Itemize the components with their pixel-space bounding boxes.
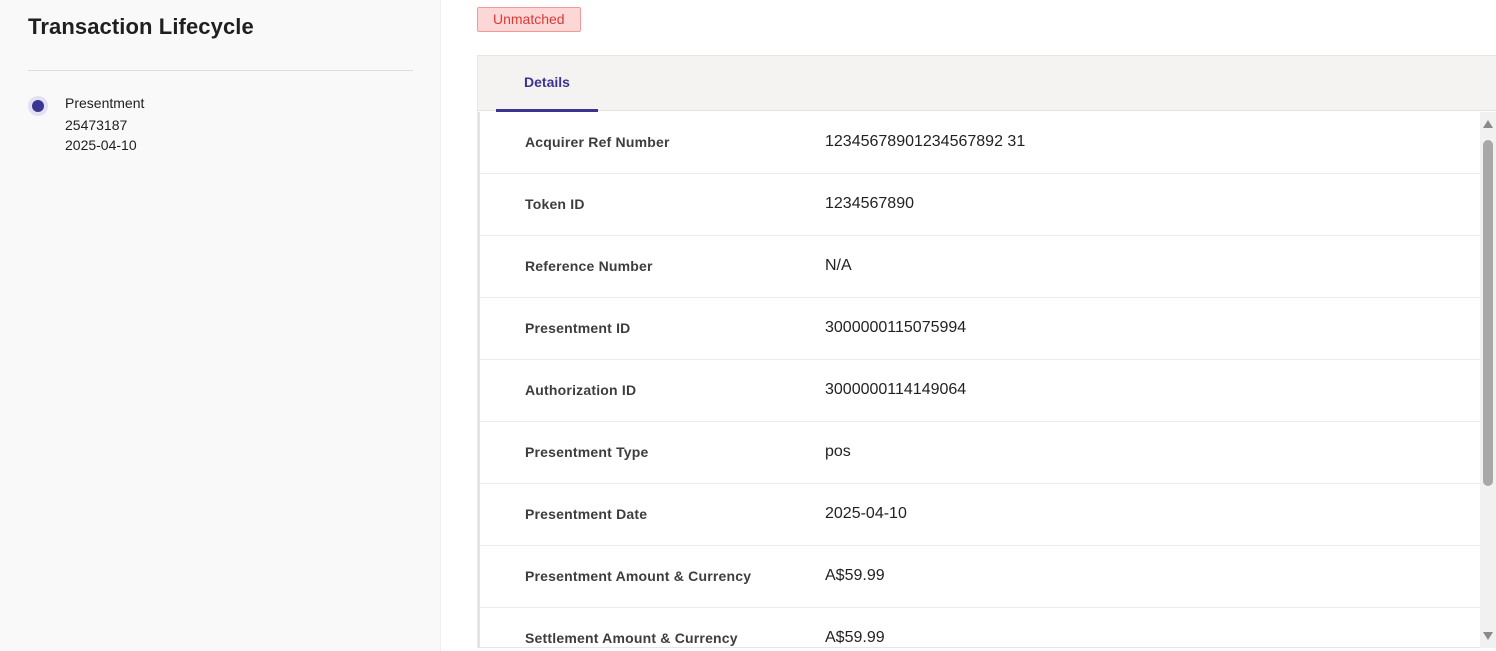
tab-bar: Details (478, 56, 1496, 112)
details-card: Details Acquirer Ref Number 123456789012… (477, 55, 1496, 648)
details-list: Acquirer Ref Number 12345678901234567892… (478, 112, 1481, 648)
detail-label: Acquirer Ref Number (525, 134, 670, 150)
detail-value: A$59.99 (825, 629, 885, 646)
detail-value: 1234567890 (825, 195, 914, 212)
detail-value: N/A (825, 257, 852, 274)
detail-value: 12345678901234567892 31 (825, 133, 1026, 150)
detail-value: A$59.99 (825, 567, 885, 584)
tab-details[interactable]: Details (496, 56, 598, 112)
detail-label: Presentment ID (525, 320, 631, 336)
scroll-down-arrow-icon[interactable] (1483, 632, 1493, 640)
detail-row-presentment-id: Presentment ID 3000000115075994 (480, 298, 1481, 360)
lifecycle-title: Transaction Lifecycle (28, 14, 254, 39)
detail-label: Authorization ID (525, 382, 637, 398)
detail-label: Presentment Date (525, 506, 648, 522)
lifecycle-divider (28, 70, 413, 71)
detail-label: Presentment Type (525, 444, 649, 460)
detail-label: Presentment Amount & Currency (525, 568, 752, 584)
detail-row-authorization-id: Authorization ID 3000000114149064 (480, 360, 1481, 422)
scroll-up-arrow-icon[interactable] (1483, 120, 1493, 128)
timeline-dot-icon (28, 96, 48, 116)
detail-value: pos (825, 443, 851, 460)
scroll-thumb[interactable] (1483, 140, 1493, 486)
timeline-stage: Presentment (65, 95, 145, 111)
detail-label: Token ID (525, 196, 585, 212)
detail-row-acquirer-ref-number: Acquirer Ref Number 12345678901234567892… (480, 112, 1481, 174)
detail-row-presentment-amount: Presentment Amount & Currency A$59.99 (480, 546, 1481, 608)
timeline-item-presentment[interactable]: Presentment 25473187 2025-04-10 (28, 94, 408, 154)
timeline-id: 25473187 (65, 117, 128, 133)
detail-row-presentment-type: Presentment Type pos (480, 422, 1481, 484)
detail-row-token-id: Token ID 1234567890 (480, 174, 1481, 236)
status-badge: Unmatched (477, 7, 581, 32)
detail-row-presentment-date: Presentment Date 2025-04-10 (480, 484, 1481, 546)
detail-row-settlement-amount: Settlement Amount & Currency A$59.99 (480, 608, 1481, 648)
detail-value: 2025-04-10 (825, 505, 907, 522)
lifecycle-panel: Transaction Lifecycle Presentment 254731… (0, 0, 441, 651)
detail-value: 3000000115075994 (825, 319, 967, 336)
timeline-date: 2025-04-10 (65, 137, 137, 153)
details-scrollbar[interactable] (1480, 112, 1496, 648)
detail-label: Reference Number (525, 258, 653, 274)
detail-label: Settlement Amount & Currency (525, 630, 738, 646)
detail-value: 3000000114149064 (825, 381, 967, 398)
detail-row-reference-number: Reference Number N/A (480, 236, 1481, 298)
